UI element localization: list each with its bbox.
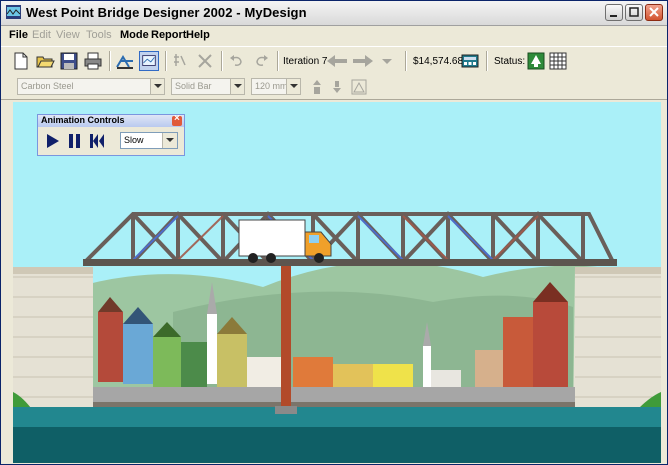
toolbar-separator (165, 51, 167, 71)
minimize-icon (610, 15, 617, 17)
grid-icon[interactable] (548, 51, 568, 71)
animation-controls-titlebar[interactable]: Animation Controls (38, 113, 184, 127)
chevron-down-icon (286, 79, 300, 94)
back-icon[interactable] (325, 51, 349, 71)
chevron-down-icon (230, 79, 244, 94)
section-value: Solid Bar (175, 81, 212, 91)
main-toolbar: Iteration 7 $14,574.68 Status: (1, 46, 667, 76)
bridge-canvas[interactable]: Animation Controls Slow (13, 102, 661, 463)
minimize-button[interactable] (605, 4, 623, 21)
bridge-app-icon (6, 5, 21, 19)
redo-icon[interactable] (251, 51, 271, 71)
toolbar-separator (109, 51, 111, 71)
save-icon[interactable] (59, 51, 79, 71)
menu-edit[interactable]: Edit (32, 29, 51, 41)
chevron-down-icon (162, 133, 177, 148)
toolbar-separator (277, 51, 279, 71)
truck (238, 219, 332, 263)
animate-icon[interactable] (139, 51, 159, 71)
toolbar-separator (221, 51, 223, 71)
calculator-icon[interactable] (460, 51, 480, 71)
draw-joints-icon[interactable] (115, 51, 135, 71)
member-properties-icon[interactable] (349, 77, 369, 97)
print-icon[interactable] (83, 51, 103, 71)
select-icon[interactable] (171, 51, 191, 71)
undo-icon[interactable] (227, 51, 247, 71)
decrease-size-icon[interactable] (327, 77, 347, 97)
menu-mode[interactable]: Mode (120, 29, 149, 41)
dropdown-icon[interactable] (377, 51, 397, 71)
new-icon[interactable] (11, 51, 31, 71)
app-window: West Point Bridge Designer 2002 - MyDesi… (0, 0, 668, 465)
cost-label: $14,574.68 (413, 56, 464, 67)
close-icon (649, 7, 659, 17)
menu-view[interactable]: View (56, 29, 80, 41)
size-select[interactable]: 120 mm (251, 78, 301, 95)
iteration-label: Iteration 7 (283, 56, 328, 67)
chevron-down-icon (150, 79, 164, 94)
bridge-scene (13, 211, 661, 463)
delete-icon[interactable] (195, 51, 215, 71)
forward-icon[interactable] (351, 51, 375, 71)
menu-tools[interactable]: Tools (86, 29, 112, 41)
animation-controls-title: Animation Controls (41, 115, 125, 125)
window-title: West Point Bridge Designer 2002 - MyDesi… (26, 5, 307, 20)
section-select[interactable]: Solid Bar (171, 78, 245, 95)
size-value: 120 mm (255, 81, 288, 91)
bridge-pier (281, 262, 291, 410)
close-button[interactable] (645, 4, 663, 21)
status-ok-icon[interactable] (526, 51, 546, 71)
increase-size-icon[interactable] (307, 77, 327, 97)
pause-icon[interactable] (66, 131, 84, 151)
close-icon[interactable] (172, 113, 182, 126)
rewind-icon[interactable] (88, 131, 106, 151)
play-icon[interactable] (44, 131, 62, 151)
material-select[interactable]: Carbon Steel (17, 78, 165, 95)
material-value: Carbon Steel (21, 81, 74, 91)
menu-report[interactable]: Report (151, 29, 186, 41)
status-label: Status: (494, 56, 526, 67)
toolbar-separator (486, 51, 488, 71)
open-icon[interactable] (35, 51, 55, 71)
menu-bar: File Edit View Tools Mode Report Help (1, 26, 667, 45)
title-bar[interactable]: West Point Bridge Designer 2002 - MyDesi… (1, 1, 667, 26)
member-toolbar: Carbon Steel Solid Bar 120 mm (1, 75, 667, 100)
speed-select[interactable]: Slow (120, 132, 178, 149)
maximize-icon (629, 7, 639, 17)
animation-controls-panel: Animation Controls Slow (37, 113, 185, 156)
maximize-button[interactable] (625, 4, 643, 21)
menu-file[interactable]: File (9, 29, 28, 41)
speed-value: Slow (124, 135, 144, 145)
menu-help[interactable]: Help (186, 29, 210, 41)
toolbar-separator (405, 51, 407, 71)
